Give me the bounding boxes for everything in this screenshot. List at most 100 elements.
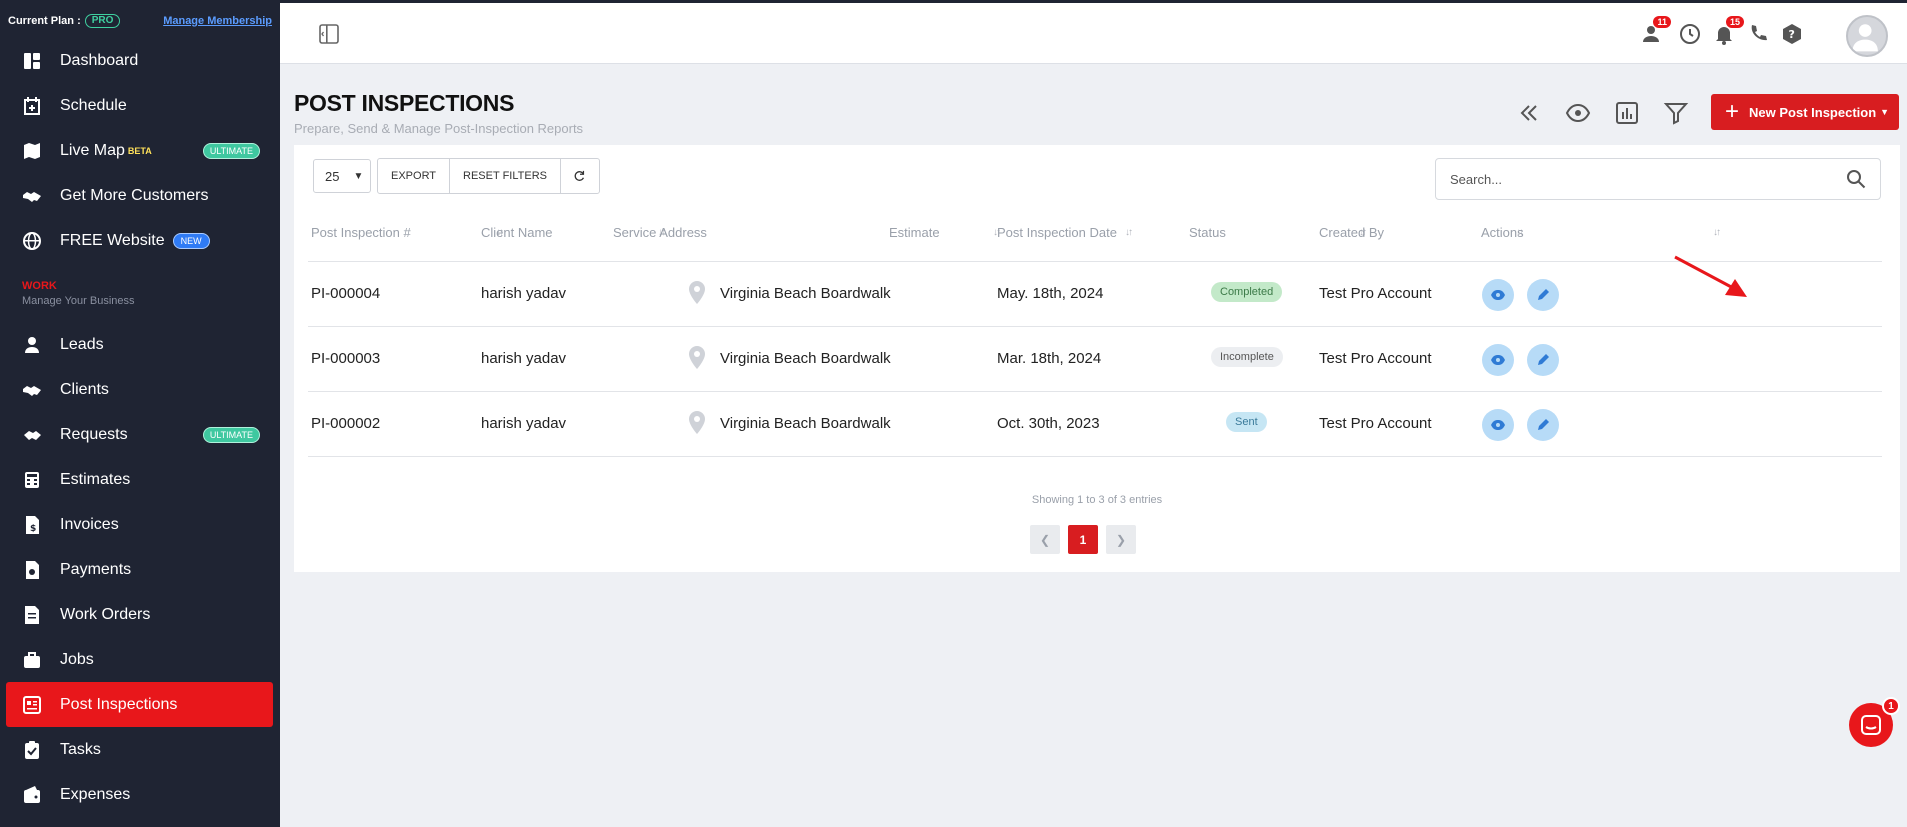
- section-title: WORK: [22, 280, 57, 292]
- search-icon: [1847, 170, 1866, 189]
- sidebar-item-clients[interactable]: Clients: [6, 367, 273, 412]
- prev-page-button[interactable]: ❮: [1030, 525, 1060, 554]
- sidebar-item-expenses[interactable]: Expenses: [6, 772, 273, 817]
- handshake-icon: [22, 186, 42, 206]
- table-row[interactable]: PI-000004 harish yadav Virginia Beach Bo…: [308, 262, 1882, 327]
- cell-client: harish yadav: [481, 415, 567, 432]
- column-header-date[interactable]: Post Inspection Date: [997, 225, 1117, 240]
- status-badge: Completed: [1211, 282, 1283, 302]
- cell-id: PI-000003: [311, 350, 381, 367]
- eye-icon: [1491, 290, 1505, 300]
- sidebar-item-label: Invoices: [60, 515, 119, 533]
- cell-date: May. 18th, 2024: [997, 285, 1104, 302]
- sidebar-item-label: Tasks: [60, 740, 101, 758]
- plan-label: Current Plan :: [8, 15, 81, 27]
- avatar[interactable]: [1846, 15, 1888, 57]
- dashboard-icon: [22, 51, 42, 71]
- sidebar-item-get-more-customers[interactable]: Get More Customers: [6, 173, 273, 218]
- svg-text:?: ?: [1789, 28, 1795, 41]
- manage-membership-link[interactable]: Manage Membership: [163, 15, 272, 27]
- chart-icon[interactable]: [1614, 100, 1640, 126]
- sidebar-item-label: Live Map: [60, 141, 125, 159]
- table-card: 25 ▼ EXPORT RESET FILTERS Search... Post…: [294, 145, 1900, 572]
- requests-icon: [22, 425, 42, 445]
- bell-icon[interactable]: 15: [1712, 16, 1744, 46]
- sidebar-item-label: Leads: [60, 335, 104, 353]
- status-badge: Incomplete: [1211, 347, 1283, 367]
- new-post-inspection-button[interactable]: + New Post Inspection ▼: [1711, 94, 1899, 130]
- sidebar-item-payments[interactable]: Payments: [6, 547, 273, 592]
- column-header-status[interactable]: Status: [1189, 225, 1226, 240]
- collapse-left-icon[interactable]: [1516, 100, 1542, 126]
- svg-text:$: $: [30, 524, 36, 534]
- sidebar-item-invoices[interactable]: $ Invoices: [6, 502, 273, 547]
- column-header-client[interactable]: Client Name: [481, 225, 553, 240]
- search-input[interactable]: Search...: [1435, 158, 1881, 200]
- sidebar-item-label: FREE Website: [60, 231, 165, 249]
- location-pin-icon: [689, 281, 705, 304]
- sidebar-item-requests[interactable]: Requests ULTIMATE: [6, 412, 273, 457]
- page-subtitle: Prepare, Send & Manage Post-Inspection R…: [294, 121, 584, 136]
- column-header-estimate[interactable]: Estimate: [889, 225, 940, 240]
- sidebar-item-label: Estimates: [60, 470, 131, 488]
- sidebar-item-free-website[interactable]: FREE Website NEW: [6, 218, 273, 263]
- cell-created-by: Test Pro Account: [1319, 415, 1432, 432]
- column-header-created-by[interactable]: Created By: [1319, 225, 1384, 240]
- view-button[interactable]: [1482, 279, 1514, 311]
- page-button-current[interactable]: 1: [1068, 525, 1098, 554]
- filter-icon[interactable]: [1663, 100, 1689, 126]
- sort-icon[interactable]: ↓↑: [1713, 227, 1721, 238]
- column-header-address[interactable]: Service Address: [613, 225, 707, 240]
- export-button[interactable]: EXPORT: [378, 159, 451, 193]
- sidebar-item-estimates[interactable]: Estimates: [6, 457, 273, 502]
- pencil-icon: [1538, 289, 1549, 300]
- refresh-icon: [574, 170, 585, 181]
- sidebar-item-schedule[interactable]: Schedule: [6, 83, 273, 128]
- eye-icon: [1491, 355, 1505, 365]
- sidebar-item-leads[interactable]: Leads: [6, 322, 273, 367]
- sidebar-toggle-icon[interactable]: [318, 23, 340, 45]
- edit-button[interactable]: [1527, 409, 1559, 441]
- tasks-icon: [22, 740, 42, 760]
- annotation-arrow: [1674, 255, 1747, 297]
- cell-date: Mar. 18th, 2024: [997, 350, 1102, 367]
- sidebar-item-dashboard[interactable]: Dashboard: [6, 38, 273, 83]
- sidebar-item-post-inspections[interactable]: Post Inspections: [6, 682, 273, 727]
- cell-id: PI-000004: [311, 285, 381, 302]
- table-row[interactable]: PI-000003 harish yadav Virginia Beach Bo…: [308, 327, 1882, 392]
- wallet-icon: [22, 785, 42, 805]
- reset-filters-button[interactable]: RESET FILTERS: [450, 159, 561, 193]
- eye-icon[interactable]: [1565, 100, 1591, 126]
- phone-icon[interactable]: [1746, 22, 1770, 46]
- calendar-icon: [22, 96, 42, 116]
- sort-icon[interactable]: ↓↑: [1125, 227, 1133, 238]
- table-toolbar: 25 ▼ EXPORT RESET FILTERS: [313, 158, 600, 194]
- sidebar-item-label: Expenses: [60, 785, 131, 803]
- view-button[interactable]: [1482, 344, 1514, 376]
- refresh-button[interactable]: [561, 159, 599, 193]
- sidebar-item-label: Get More Customers: [60, 186, 209, 204]
- calculator-icon: [22, 470, 42, 490]
- table-header: Post Inspection # ↓↑ Client Name ↓↑ Serv…: [308, 207, 1882, 262]
- section-subtitle: Manage Your Business: [22, 295, 135, 307]
- team-icon[interactable]: 11: [1639, 16, 1671, 46]
- next-page-button[interactable]: ❯: [1106, 525, 1136, 554]
- sidebar-item-live-map[interactable]: Live Map BETA ULTIMATE: [6, 128, 273, 173]
- chat-button[interactable]: 1: [1849, 697, 1900, 747]
- column-header-actions: Actions: [1481, 225, 1524, 240]
- cell-client: harish yadav: [481, 350, 567, 367]
- column-header-id[interactable]: Post Inspection #: [311, 225, 411, 240]
- help-icon[interactable]: ?: [1780, 22, 1804, 46]
- sidebar-item-jobs[interactable]: Jobs: [6, 637, 273, 682]
- edit-button[interactable]: [1527, 279, 1559, 311]
- view-button[interactable]: [1482, 409, 1514, 441]
- entries-info: Showing 1 to 3 of 3 entries: [1031, 494, 1163, 506]
- sidebar-item-work-orders[interactable]: Work Orders: [6, 592, 273, 637]
- location-pin-icon: [689, 346, 705, 369]
- per-page-select[interactable]: 25 ▼: [313, 159, 371, 193]
- sidebar-item-tasks[interactable]: Tasks: [6, 727, 273, 772]
- table-row[interactable]: PI-000002 harish yadav Virginia Beach Bo…: [308, 392, 1882, 457]
- edit-button[interactable]: [1527, 344, 1559, 376]
- clock-icon[interactable]: [1678, 22, 1702, 46]
- caret-down-icon[interactable]: ▼: [1880, 107, 1889, 117]
